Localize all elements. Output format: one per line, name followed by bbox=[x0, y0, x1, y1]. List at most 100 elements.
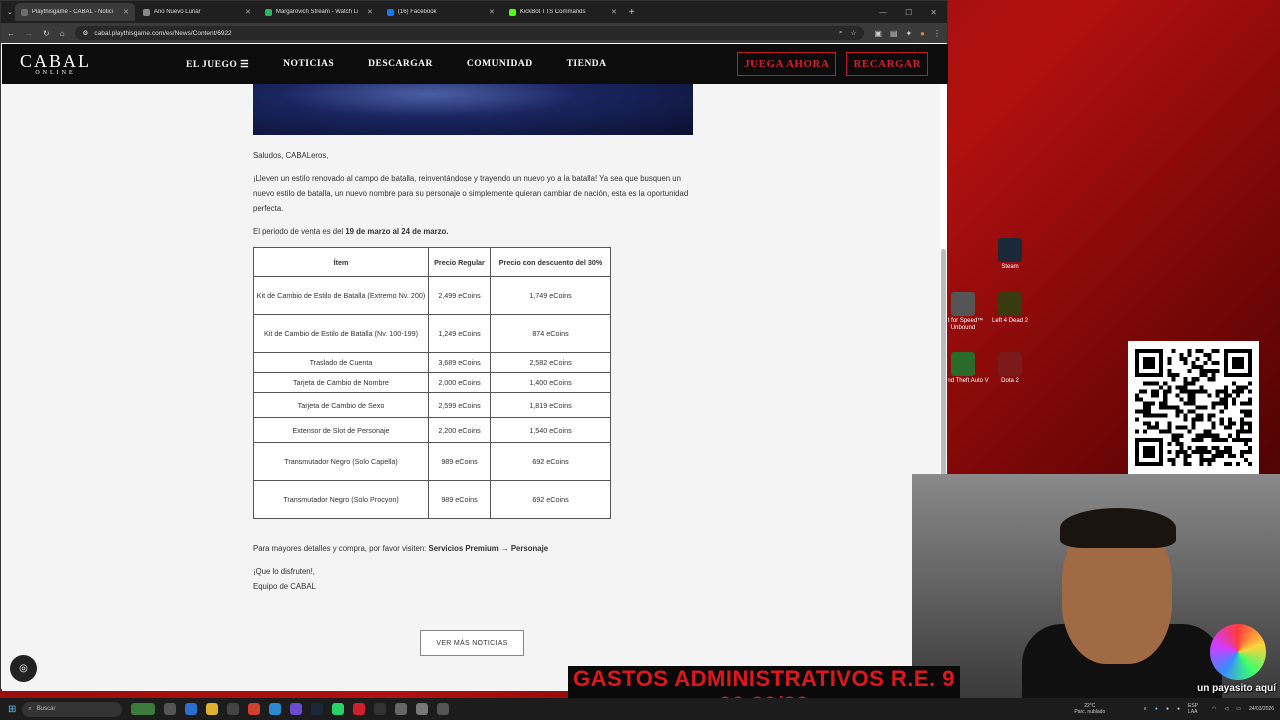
start-icon[interactable]: ⊞ bbox=[8, 704, 16, 715]
tab-close-icon[interactable]: ✕ bbox=[489, 8, 495, 16]
language-indicator[interactable]: ESP LAA bbox=[1188, 703, 1204, 715]
table-row: Tarjeta de Cambio de Sexo 2,599 eCoins 1,8… bbox=[253, 392, 611, 418]
nav-tienda[interactable]: TIENDA bbox=[567, 59, 607, 70]
news-banner-image bbox=[253, 84, 693, 135]
webcam-overlay: un payasito aquí bbox=[912, 474, 1280, 698]
task-view-icon[interactable] bbox=[164, 703, 177, 715]
weather-desc: Parc. nublado bbox=[1074, 709, 1106, 715]
table-row: Extensor de Slot de Personaje 2,200 eCoin… bbox=[253, 417, 611, 443]
premium-services-link[interactable]: Servicios Premium → Personaje bbox=[429, 544, 549, 553]
system-tray: 22°C Parc. nublado ∧ ● ● ● ESP LAA ◠ ◁ ▭… bbox=[1074, 703, 1280, 715]
tab-favicon-icon bbox=[386, 8, 394, 16]
app-icon[interactable] bbox=[353, 703, 366, 715]
news-article: Saludos, CABALeros, ¡Lleven un estilo re… bbox=[253, 148, 693, 602]
tray-app-icon[interactable]: ● bbox=[1166, 706, 1169, 712]
desktop-icon-label: Left 4 Dead 2 bbox=[991, 318, 1029, 324]
app-icon[interactable] bbox=[395, 703, 408, 715]
app-icon[interactable] bbox=[416, 703, 429, 715]
cabal-logo[interactable]: CABAL ONLINE bbox=[20, 52, 91, 76]
table-cell: 989 eCoins bbox=[428, 480, 491, 519]
store-icon[interactable] bbox=[227, 703, 240, 715]
tab-close-icon[interactable]: ✕ bbox=[123, 8, 129, 16]
battery-icon[interactable]: ▭ bbox=[1236, 706, 1241, 712]
table-row: Traslado de Cuenta 3,689 eCoins 2,582 eCoi… bbox=[253, 352, 611, 373]
copilot-icon[interactable] bbox=[185, 703, 198, 715]
tray-app-icon[interactable]: ● bbox=[1155, 706, 1158, 712]
table-cell: 1,540 eCoins bbox=[490, 417, 611, 443]
profile-avatar[interactable]: ● bbox=[920, 29, 925, 38]
table-cell: 2,499 eCoins bbox=[428, 276, 491, 315]
site-info-icon[interactable]: ⚙ bbox=[83, 29, 89, 37]
volume-icon[interactable]: ◁ bbox=[1224, 706, 1228, 712]
tray-app-icon[interactable]: ● bbox=[1177, 706, 1180, 712]
navigation-bar: ← → ↻ ⌂ ⚙ cabal.playthisgame.com/es/News… bbox=[1, 23, 947, 43]
new-tab-button[interactable]: + bbox=[629, 7, 635, 18]
search-placeholder: Buscar bbox=[36, 706, 56, 712]
desktop-icon-dota[interactable]: Dota 2 bbox=[980, 352, 1040, 385]
reload-icon[interactable]: ↻ bbox=[43, 29, 50, 38]
table-cell: Kit de Cambio de Estilo de Batalla (Extr… bbox=[253, 276, 429, 315]
nav-comunidad[interactable]: COMUNIDAD bbox=[467, 59, 533, 70]
clown-caption: un payasito aquí bbox=[1197, 683, 1276, 694]
whatsapp-icon[interactable] bbox=[332, 703, 345, 715]
table-cell: Transmutador Negro (Solo Procyon) bbox=[253, 480, 429, 519]
nfs-icon bbox=[951, 292, 975, 316]
forward-icon[interactable]: → bbox=[25, 29, 33, 38]
app-icon[interactable] bbox=[437, 703, 450, 715]
steam-taskbar-icon[interactable] bbox=[311, 703, 324, 715]
tray-chevron-icon[interactable]: ∧ bbox=[1143, 706, 1147, 712]
browser-tab[interactable]: Margarovich Stream - Watch Li ✕ bbox=[259, 3, 379, 21]
browser-tab[interactable]: Año Nuevo Lunar ✕ bbox=[137, 3, 257, 21]
browser-tab[interactable]: Playthisgame - CABAL - Notici ✕ bbox=[14, 3, 135, 21]
app-icon[interactable] bbox=[374, 703, 387, 715]
wifi-icon[interactable]: ◠ bbox=[1212, 706, 1216, 712]
weather-widget[interactable]: 22°C Parc. nublado bbox=[1074, 703, 1105, 715]
taskbar-search[interactable]: ⌕ Buscar bbox=[22, 701, 123, 717]
url-text: cabal.playthisgame.com/es/News/Content/6… bbox=[94, 29, 232, 37]
table-cell: 1,249 eCoins bbox=[428, 314, 491, 353]
close-icon[interactable]: ✕ bbox=[930, 8, 937, 17]
address-bar[interactable]: ⚙ cabal.playthisgame.com/es/News/Content… bbox=[74, 26, 865, 40]
back-icon[interactable]: ← bbox=[7, 29, 15, 38]
home-icon[interactable]: ⌂ bbox=[60, 29, 65, 38]
nav-el-juego[interactable]: EL JUEGO ☰ bbox=[186, 59, 249, 70]
desktop-icon-l4d2[interactable]: Left 4 Dead 2 bbox=[980, 292, 1040, 325]
table-cell: 3,689 eCoins bbox=[428, 352, 491, 373]
recharge-button[interactable]: RECARGAR bbox=[846, 52, 928, 76]
browser-tab[interactable]: KickBot TTS Commands ✕ bbox=[503, 3, 623, 21]
tab-favicon-icon bbox=[508, 8, 516, 16]
chat-icon[interactable]: ◎ bbox=[10, 655, 37, 682]
tab-close-icon[interactable]: ✕ bbox=[367, 8, 373, 16]
maximize-icon[interactable]: ☐ bbox=[905, 8, 912, 17]
nav-descargar[interactable]: DESCARGAR bbox=[368, 59, 433, 70]
zoom-icon[interactable]: ⌕ bbox=[839, 29, 843, 37]
widgets-icon[interactable] bbox=[131, 703, 156, 715]
tab-close-icon[interactable]: ✕ bbox=[611, 8, 617, 16]
streamer-hair bbox=[1060, 508, 1176, 548]
browser-tab[interactable]: (16) Facebook ✕ bbox=[381, 3, 501, 21]
menu-dots-icon[interactable]: ⋮ bbox=[933, 29, 941, 38]
table-cell: Kit de Cambio de Estilo de Batalla (Nv. … bbox=[253, 314, 429, 353]
tab-title: Margarovich Stream - Watch Li bbox=[275, 9, 359, 15]
clock-date[interactable]: 24/03/2026 bbox=[1249, 706, 1274, 712]
table-cell: 874 eCoins bbox=[490, 314, 611, 353]
tab-bar: ⌄ Playthisgame - CABAL - Notici ✕ Año Nu… bbox=[1, 1, 947, 23]
nav-noticias[interactable]: NOTICIAS bbox=[283, 59, 334, 70]
extension-icon[interactable]: ▣ bbox=[874, 29, 882, 38]
app-icon[interactable] bbox=[290, 703, 303, 715]
minimize-icon[interactable]: — bbox=[879, 8, 887, 17]
desktop-icon-steam[interactable]: Steam bbox=[980, 238, 1040, 271]
bookmark-star-icon[interactable]: ☆ bbox=[851, 29, 857, 37]
table-row: Kit de Cambio de Estilo de Batalla (Extr… bbox=[253, 276, 611, 315]
file-explorer-icon[interactable] bbox=[206, 703, 219, 715]
more-news-button[interactable]: VER MÁS NOTICIAS bbox=[420, 630, 524, 656]
desktop-icon-label: Dota 2 bbox=[1001, 378, 1019, 384]
play-now-button[interactable]: JUEGA AHORA bbox=[737, 52, 837, 76]
extensions-puzzle-icon[interactable]: ✦ bbox=[905, 29, 912, 38]
edge-icon[interactable] bbox=[269, 703, 282, 715]
tab-close-icon[interactable]: ✕ bbox=[245, 8, 251, 16]
chrome-icon[interactable] bbox=[248, 703, 261, 715]
extension-icon[interactable]: ▤ bbox=[890, 29, 898, 38]
desktop-icon-label: ed for Speed™ Unbound bbox=[942, 318, 984, 331]
steam-icon bbox=[998, 238, 1022, 262]
